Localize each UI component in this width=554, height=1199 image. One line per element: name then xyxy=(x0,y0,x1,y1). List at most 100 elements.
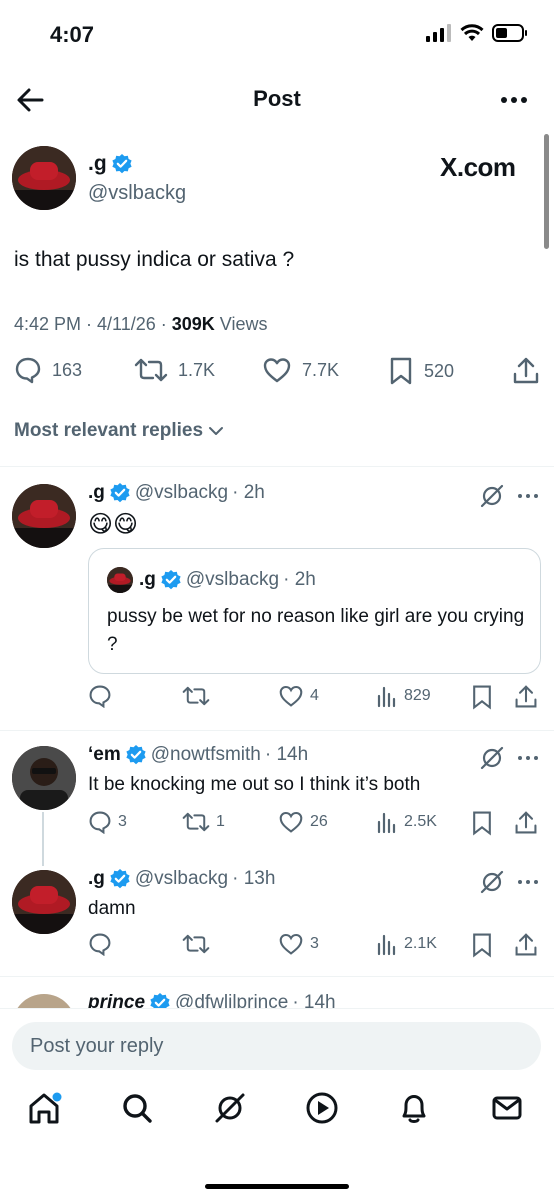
reply-handle[interactable]: @vslbackg xyxy=(135,868,228,890)
heart-icon xyxy=(279,933,303,955)
bookmark-icon[interactable] xyxy=(470,684,494,710)
post-meta: 4:42 PM · 4/11/26 · 309K Views xyxy=(14,314,267,335)
like-button[interactable]: 7.7K xyxy=(262,356,339,384)
reply-button[interactable] xyxy=(88,932,118,956)
quoted-avatar xyxy=(107,567,133,593)
repost-button[interactable]: 1.7K xyxy=(134,356,215,384)
divider xyxy=(0,730,554,731)
quoted-display-name: .g xyxy=(139,569,156,590)
search-icon[interactable] xyxy=(117,1088,157,1128)
bookmark-button[interactable]: 520 xyxy=(388,356,454,386)
views-count: 2.5K xyxy=(404,813,437,830)
reply-button[interactable]: 3 xyxy=(88,810,127,834)
quoted-text: pussy be wet for no reason like girl are… xyxy=(107,606,525,655)
divider xyxy=(0,976,554,977)
status-time: 4:07 xyxy=(50,22,95,47)
divider xyxy=(0,466,554,467)
reply-time: · 14h xyxy=(264,744,309,765)
bookmark-icon[interactable] xyxy=(470,810,494,836)
post-text: is that pussy indica or sativa ? xyxy=(14,248,295,271)
reply-display-name[interactable]: ‘em xyxy=(88,744,121,766)
more-options-icon[interactable] xyxy=(496,84,532,116)
reply-handle[interactable]: @nowtfsmith xyxy=(151,744,261,766)
share-icon[interactable] xyxy=(514,810,538,836)
quoted-handle: @vslbackg xyxy=(185,569,280,590)
signal-icon xyxy=(426,24,451,42)
like-button[interactable]: 3 xyxy=(278,932,319,956)
reply-handle[interactable]: @vslbackg xyxy=(135,482,228,504)
reply-time: · 2h xyxy=(232,482,265,503)
reply-icon xyxy=(89,811,111,834)
reply-count: 163 xyxy=(52,359,83,380)
reply-display-name[interactable]: .g xyxy=(88,482,105,504)
like-button[interactable]: 4 xyxy=(278,684,319,708)
share-icon xyxy=(513,357,539,384)
share-icon[interactable] xyxy=(514,932,538,958)
repost-button[interactable]: 1 xyxy=(182,810,225,834)
grok-icon[interactable] xyxy=(478,744,506,772)
page-title: Post xyxy=(253,86,301,111)
views-button[interactable]: 2.5K xyxy=(376,810,437,834)
bookmark-icon[interactable] xyxy=(470,932,494,958)
like-count: 3 xyxy=(310,935,319,952)
reply-header[interactable]: .g @vslbackg · 13h xyxy=(88,868,275,890)
reply-avatar[interactable] xyxy=(12,746,76,810)
author-display-name[interactable]: .g xyxy=(88,152,107,176)
reply-header[interactable]: ‘em @nowtfsmith · 14h xyxy=(88,744,308,766)
repost-icon xyxy=(134,358,168,382)
reply-composer-placeholder: Post your reply xyxy=(30,1034,164,1057)
views-label: Views xyxy=(214,314,268,334)
replies-sort-dropdown[interactable]: Most relevant replies xyxy=(14,420,225,442)
reply-display-name[interactable]: .g xyxy=(88,868,105,890)
share-icon[interactable] xyxy=(514,684,538,710)
reply-avatar[interactable] xyxy=(12,870,76,934)
repost-count: 1 xyxy=(216,813,225,830)
grok-icon[interactable] xyxy=(478,868,506,896)
repost-button[interactable] xyxy=(182,684,216,708)
views-icon xyxy=(377,934,396,956)
grok-icon[interactable] xyxy=(210,1088,250,1128)
bell-icon[interactable] xyxy=(394,1088,434,1128)
author-name-row[interactable]: .g xyxy=(88,152,133,176)
views-button[interactable]: 2.1K xyxy=(376,932,437,956)
scrollbar[interactable] xyxy=(544,134,549,249)
reply-header[interactable]: .g @vslbackg · 2h xyxy=(88,482,265,504)
quoted-post[interactable]: .g @vslbackg · 2h pussy be wet for no re… xyxy=(88,548,541,674)
author-handle[interactable]: @vslbackg xyxy=(88,182,186,205)
repost-icon xyxy=(182,934,210,954)
video-play-icon[interactable] xyxy=(302,1088,342,1128)
replies-sort-label: Most relevant replies xyxy=(14,420,204,441)
author-avatar[interactable] xyxy=(12,146,76,210)
reply-text: It be knocking me out so I think it’s bo… xyxy=(88,774,421,795)
home-icon[interactable] xyxy=(24,1088,64,1128)
more-icon[interactable] xyxy=(514,482,542,510)
views-icon xyxy=(377,812,396,834)
reply-button[interactable]: 163 xyxy=(14,356,82,384)
reply-icon xyxy=(89,933,111,956)
battery-icon xyxy=(492,24,527,42)
more-icon[interactable] xyxy=(514,744,542,772)
verified-badge-icon xyxy=(110,869,130,889)
heart-icon xyxy=(279,685,303,707)
reply-composer[interactable]: Post your reply xyxy=(12,1022,541,1070)
more-icon[interactable] xyxy=(514,868,542,896)
reply-text: 😋😋 xyxy=(88,511,139,538)
quoted-header: .g @vslbackg · 2h xyxy=(139,569,316,591)
like-button[interactable]: 26 xyxy=(278,810,328,834)
views-button[interactable]: 829 xyxy=(376,684,431,708)
messages-icon[interactable] xyxy=(487,1088,527,1128)
share-button[interactable] xyxy=(512,356,540,386)
bookmark-count: 520 xyxy=(424,360,455,381)
verified-badge-icon xyxy=(161,570,181,590)
avatar-image xyxy=(12,146,76,210)
repost-button[interactable] xyxy=(182,932,216,956)
reply-button[interactable] xyxy=(88,684,118,708)
reply-actions: 4 829 xyxy=(0,684,554,714)
views-count: 309K xyxy=(171,314,215,334)
grok-icon[interactable] xyxy=(478,482,506,510)
post-timestamp[interactable]: 4:42 PM · 4/11/26 · xyxy=(14,314,172,334)
reply-text: damn xyxy=(88,898,136,919)
reply-avatar[interactable] xyxy=(12,484,76,548)
source-logo: X.com xyxy=(440,152,516,182)
avatar-image xyxy=(12,870,76,934)
